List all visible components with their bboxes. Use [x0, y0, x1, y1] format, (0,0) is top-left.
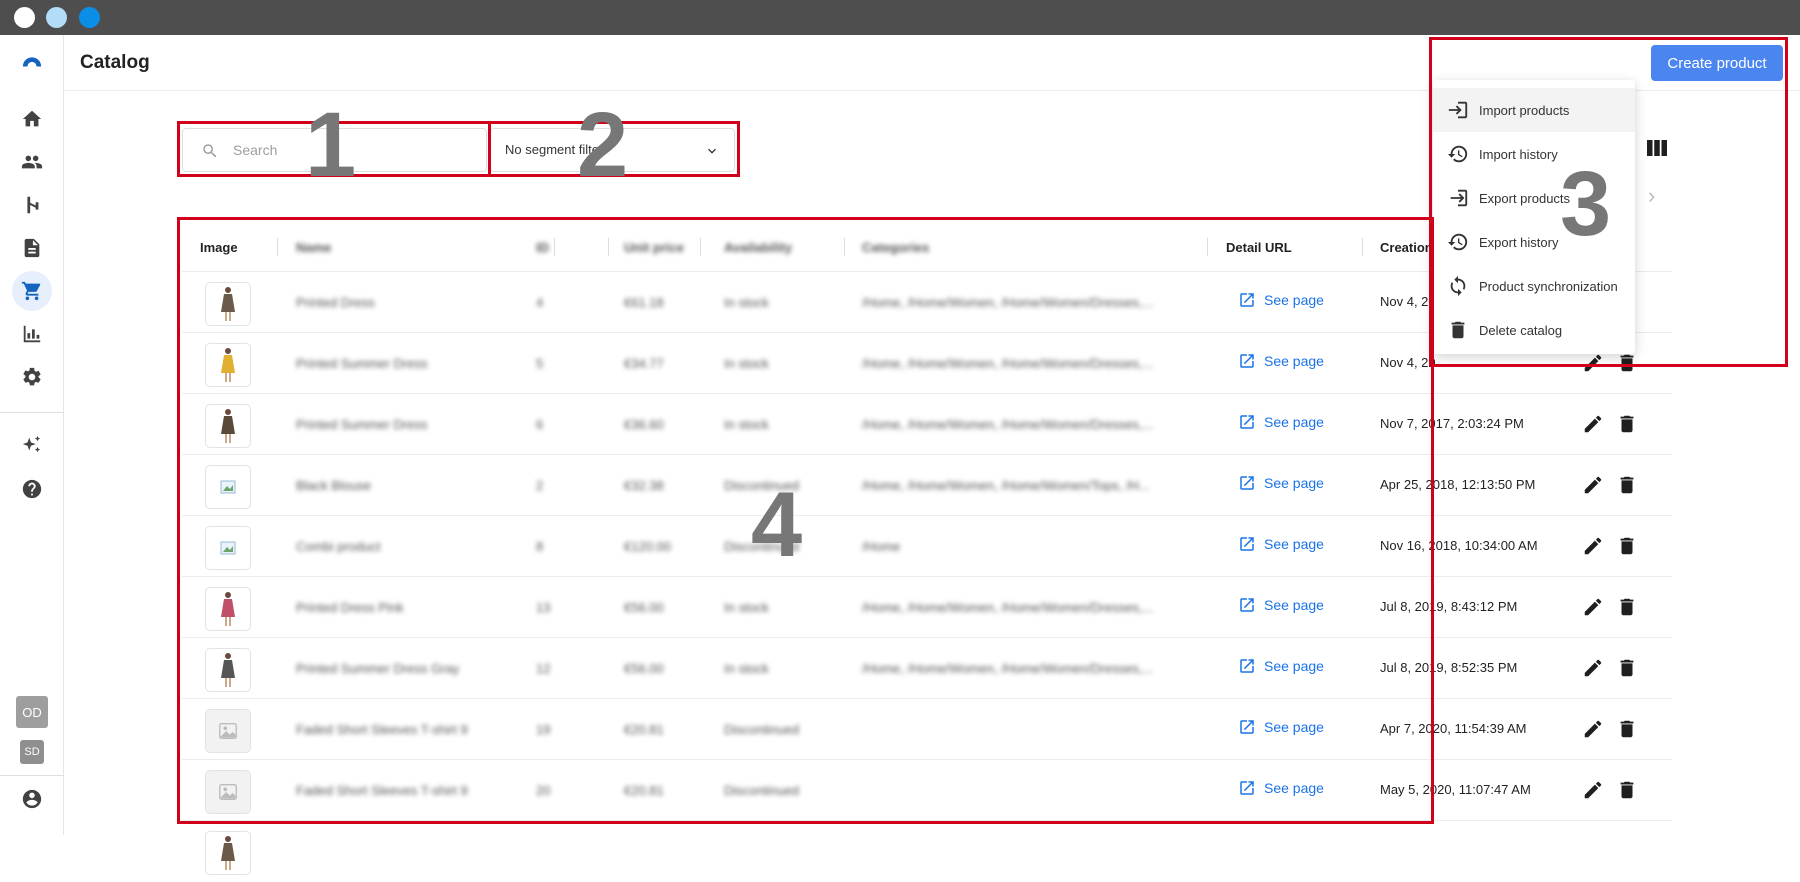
statistics-icon[interactable]: [18, 320, 46, 348]
page-title: Catalog: [80, 52, 150, 73]
delete-icon[interactable]: [1616, 657, 1638, 679]
edit-icon[interactable]: [1582, 596, 1604, 618]
edit-icon[interactable]: [1582, 413, 1604, 435]
table-row[interactable]: [182, 821, 1672, 882]
delete-icon[interactable]: [1616, 413, 1638, 435]
edit-icon[interactable]: [1582, 718, 1604, 740]
sidebar-divider: [0, 412, 64, 413]
delete-icon[interactable]: [1616, 779, 1638, 801]
annotation-number-4: 4: [751, 474, 803, 576]
window-title-bar: [0, 0, 1800, 35]
ai-sparkle-icon[interactable]: [18, 431, 46, 459]
annotation-number-1: 1: [305, 94, 357, 196]
app-logo-icon[interactable]: [18, 47, 46, 75]
edit-icon[interactable]: [1582, 535, 1604, 557]
sidebar-divider: [0, 775, 64, 776]
window-minimize-dot[interactable]: [46, 7, 67, 28]
window-maximize-dot[interactable]: [79, 7, 100, 28]
edit-icon[interactable]: [1582, 474, 1604, 496]
settings-icon[interactable]: [18, 363, 46, 391]
annotation-number-3: 3: [1560, 153, 1612, 255]
product-thumbnail: [205, 831, 251, 875]
annotation-box-4: [177, 217, 1434, 824]
annotation-number-2: 2: [577, 94, 629, 196]
edit-icon[interactable]: [1582, 779, 1604, 801]
edit-icon[interactable]: [1582, 657, 1604, 679]
delete-icon[interactable]: [1616, 474, 1638, 496]
help-icon[interactable]: [18, 475, 46, 503]
delete-icon[interactable]: [1616, 535, 1638, 557]
templates-icon[interactable]: [18, 234, 46, 262]
account-badge-od[interactable]: OD: [16, 696, 48, 728]
catalog-icon[interactable]: [12, 271, 52, 311]
delete-icon[interactable]: [1616, 718, 1638, 740]
delete-icon[interactable]: [1616, 596, 1638, 618]
audience-icon[interactable]: [18, 148, 46, 176]
home-icon[interactable]: [18, 105, 46, 133]
scenarios-icon[interactable]: [18, 191, 46, 219]
user-profile-icon[interactable]: [18, 785, 46, 813]
sidebar: OD SD: [0, 35, 64, 835]
window-close-dot[interactable]: [14, 7, 35, 28]
account-badge-sd[interactable]: SD: [20, 740, 44, 764]
